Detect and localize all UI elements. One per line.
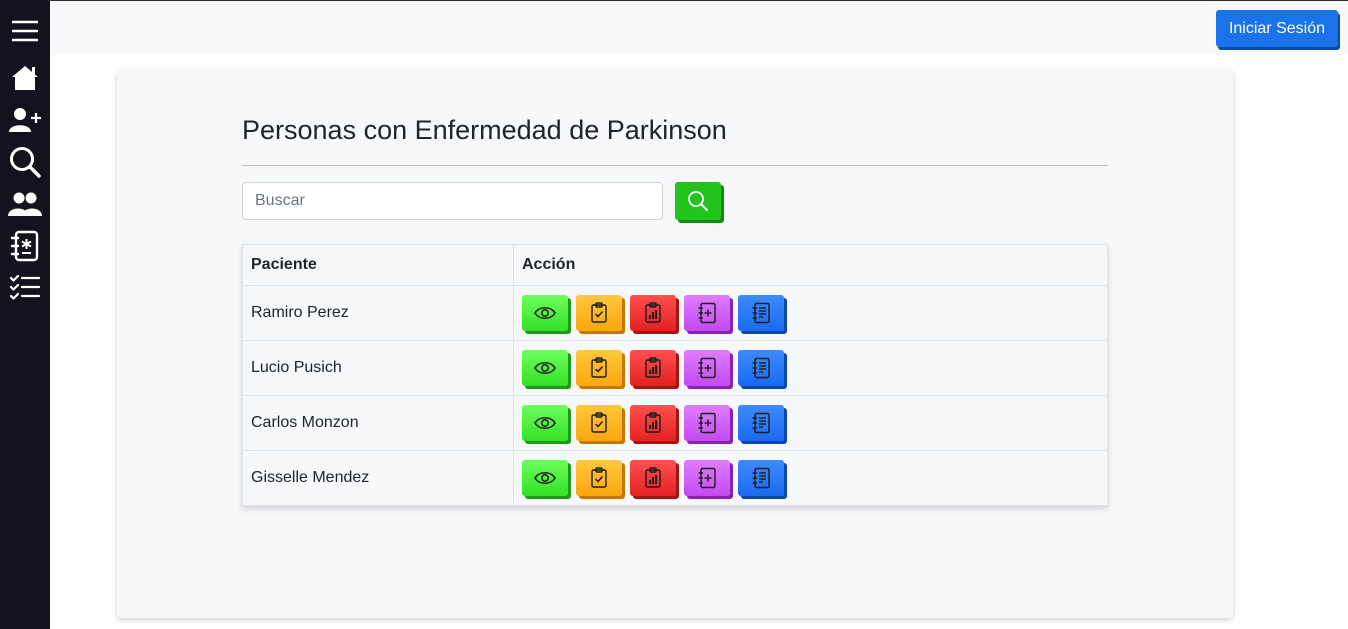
eye-icon bbox=[534, 360, 556, 376]
action-buttons bbox=[522, 405, 1099, 441]
table-row: Ramiro Perez bbox=[242, 285, 1108, 341]
checklist-button[interactable] bbox=[576, 405, 622, 441]
view-button[interactable] bbox=[522, 295, 568, 331]
clipboard-chart-icon bbox=[644, 357, 662, 379]
search-icon bbox=[687, 190, 709, 212]
clipboard-chart-icon bbox=[644, 412, 662, 434]
table-row: Gisselle Mendez bbox=[242, 450, 1108, 506]
search-icon[interactable] bbox=[7, 145, 43, 179]
action-buttons bbox=[522, 295, 1099, 331]
report-button[interactable] bbox=[738, 460, 784, 496]
checklist-button[interactable] bbox=[576, 295, 622, 331]
add-record-button[interactable] bbox=[684, 405, 730, 441]
action-cell bbox=[513, 340, 1108, 396]
journal-plus-icon bbox=[697, 467, 717, 489]
view-button[interactable] bbox=[522, 350, 568, 386]
statistics-button[interactable] bbox=[630, 350, 676, 386]
clipboard-chart-icon bbox=[644, 302, 662, 324]
journal-text-icon bbox=[751, 467, 771, 489]
checklist-button[interactable] bbox=[576, 350, 622, 386]
home-icon[interactable] bbox=[7, 61, 43, 95]
main-card: Personas con Enfermedad de Parkinson Pac… bbox=[117, 70, 1233, 618]
journal-icon[interactable] bbox=[7, 229, 43, 263]
column-header-action: Acción bbox=[513, 244, 1108, 286]
journal-plus-icon bbox=[697, 302, 717, 324]
journal-plus-icon bbox=[697, 357, 717, 379]
add-record-button[interactable] bbox=[684, 295, 730, 331]
eye-icon bbox=[534, 470, 556, 486]
login-button[interactable]: Iniciar Sesión bbox=[1215, 10, 1338, 47]
people-icon[interactable] bbox=[7, 187, 43, 221]
search-button[interactable] bbox=[675, 182, 721, 220]
report-button[interactable] bbox=[738, 350, 784, 386]
eye-icon bbox=[534, 415, 556, 431]
divider bbox=[242, 165, 1108, 166]
menu-icon[interactable] bbox=[7, 14, 43, 48]
action-cell bbox=[513, 450, 1108, 506]
patient-name: Carlos Monzon bbox=[242, 395, 514, 451]
sidebar bbox=[0, 0, 50, 629]
add-record-button[interactable] bbox=[684, 350, 730, 386]
clipboard-check-icon bbox=[590, 357, 608, 379]
journal-text-icon bbox=[751, 357, 771, 379]
search-input[interactable] bbox=[242, 182, 663, 220]
page-title: Personas con Enfermedad de Parkinson bbox=[242, 115, 727, 145]
journal-text-icon bbox=[751, 302, 771, 324]
checklist-button[interactable] bbox=[576, 460, 622, 496]
top-bar: Iniciar Sesión bbox=[50, 0, 1348, 55]
patient-name: Gisselle Mendez bbox=[242, 450, 514, 506]
column-header-patient: Paciente bbox=[242, 244, 514, 286]
add-record-button[interactable] bbox=[684, 460, 730, 496]
patient-name: Lucio Pusich bbox=[242, 340, 514, 396]
report-button[interactable] bbox=[738, 405, 784, 441]
statistics-button[interactable] bbox=[630, 460, 676, 496]
clipboard-check-icon bbox=[590, 302, 608, 324]
action-cell bbox=[513, 285, 1108, 341]
clipboard-check-icon bbox=[590, 412, 608, 434]
journal-text-icon bbox=[751, 412, 771, 434]
report-button[interactable] bbox=[738, 295, 784, 331]
statistics-button[interactable] bbox=[630, 295, 676, 331]
clipboard-check-icon bbox=[590, 467, 608, 489]
table-header-row: Paciente Acción bbox=[242, 244, 1108, 286]
eye-icon bbox=[534, 305, 556, 321]
table-row: Lucio Pusich bbox=[242, 340, 1108, 396]
checklist-icon[interactable] bbox=[7, 270, 43, 304]
view-button[interactable] bbox=[522, 460, 568, 496]
action-buttons bbox=[522, 460, 1099, 496]
action-cell bbox=[513, 395, 1108, 451]
patients-table: Paciente Acción Ramiro Perez Lucio Pusic… bbox=[242, 244, 1108, 506]
action-buttons bbox=[522, 350, 1099, 386]
journal-plus-icon bbox=[697, 412, 717, 434]
view-button[interactable] bbox=[522, 405, 568, 441]
statistics-button[interactable] bbox=[630, 405, 676, 441]
table-row: Carlos Monzon bbox=[242, 395, 1108, 451]
add-user-icon[interactable] bbox=[7, 103, 43, 137]
patient-name: Ramiro Perez bbox=[242, 285, 514, 341]
clipboard-chart-icon bbox=[644, 467, 662, 489]
